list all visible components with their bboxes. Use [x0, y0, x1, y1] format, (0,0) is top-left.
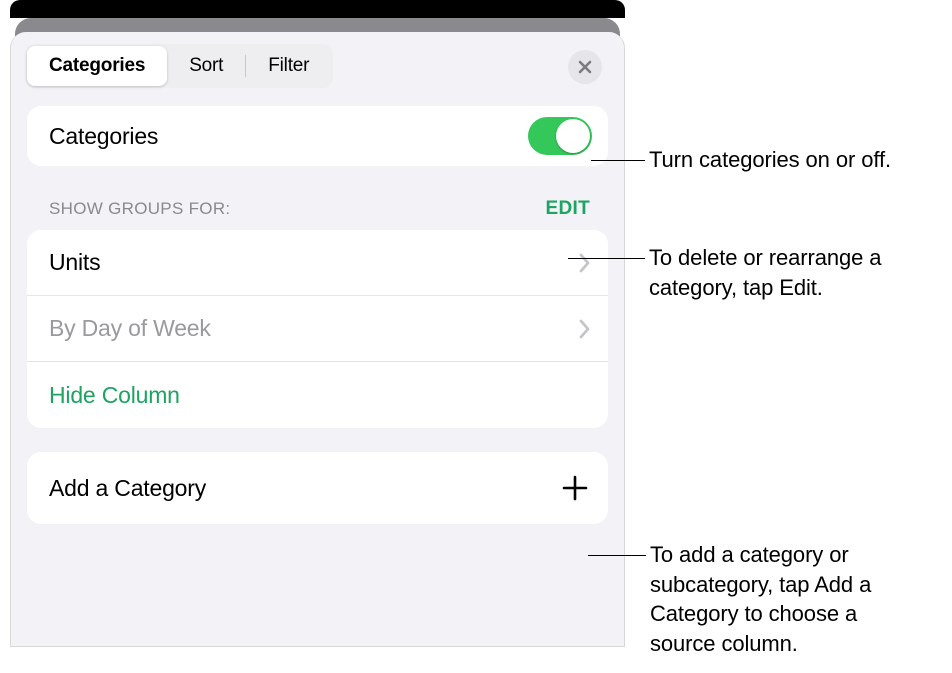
hide-column-row[interactable]: Hide Column — [27, 362, 608, 428]
window-top-bar — [10, 0, 625, 18]
segmented-control: Categories Sort Filter — [25, 44, 333, 88]
group-value: Day of Week — [82, 315, 211, 341]
plus-icon — [562, 475, 588, 501]
callout-line — [588, 555, 646, 556]
tab-filter[interactable]: Filter — [246, 46, 331, 86]
callout-edit: To delete or rearrange a category, tap E… — [568, 247, 915, 302]
callout-text: Turn categories on or off. — [645, 145, 901, 175]
toggle-knob — [556, 119, 590, 153]
callout-line — [591, 160, 645, 161]
callout-text: To delete or rearrange a category, tap E… — [645, 243, 915, 302]
categories-toggle-label: Categories — [49, 123, 158, 150]
add-category-row[interactable]: Add a Category — [27, 452, 608, 524]
categories-toggle-card: Categories — [27, 106, 608, 166]
show-groups-title: Show Groups For: — [49, 199, 230, 219]
callout-text: To add a category or subcategory, tap Ad… — [646, 540, 908, 659]
by-prefix: By — [49, 315, 82, 341]
group-label: By Day of Week — [49, 315, 211, 342]
add-category-label: Add a Category — [49, 475, 206, 502]
callout-line — [568, 258, 645, 259]
categories-toggle[interactable] — [528, 117, 592, 155]
edit-button[interactable]: EDIT — [546, 198, 590, 220]
tab-label: Sort — [189, 55, 223, 77]
categories-toggle-row: Categories — [27, 106, 608, 166]
tab-label: Filter — [268, 55, 309, 77]
sheet-header: Categories Sort Filter — [11, 32, 624, 96]
group-row-units[interactable]: Units — [27, 230, 608, 296]
chevron-right-icon — [578, 317, 592, 341]
callout-toggle: Turn categories on or off. — [591, 149, 901, 175]
callout-add-category: To add a category or subcategory, tap Ad… — [588, 544, 908, 659]
tab-categories[interactable]: Categories — [27, 46, 167, 86]
hide-column-label: Hide Column — [49, 382, 180, 409]
tab-label: Categories — [49, 55, 145, 77]
sheet-content: Categories Show Groups For: EDIT Units B… — [11, 96, 624, 524]
close-button[interactable] — [568, 50, 602, 84]
group-label: Units — [49, 249, 100, 276]
tab-sort[interactable]: Sort — [167, 46, 245, 86]
show-groups-header: Show Groups For: EDIT — [27, 166, 608, 230]
groups-list: Units By Day of Week Hide Column — [27, 230, 608, 428]
categories-sheet: Categories Sort Filter Categories — [10, 32, 625, 647]
close-icon — [577, 59, 593, 75]
group-row-day-of-week[interactable]: By Day of Week — [27, 296, 608, 362]
